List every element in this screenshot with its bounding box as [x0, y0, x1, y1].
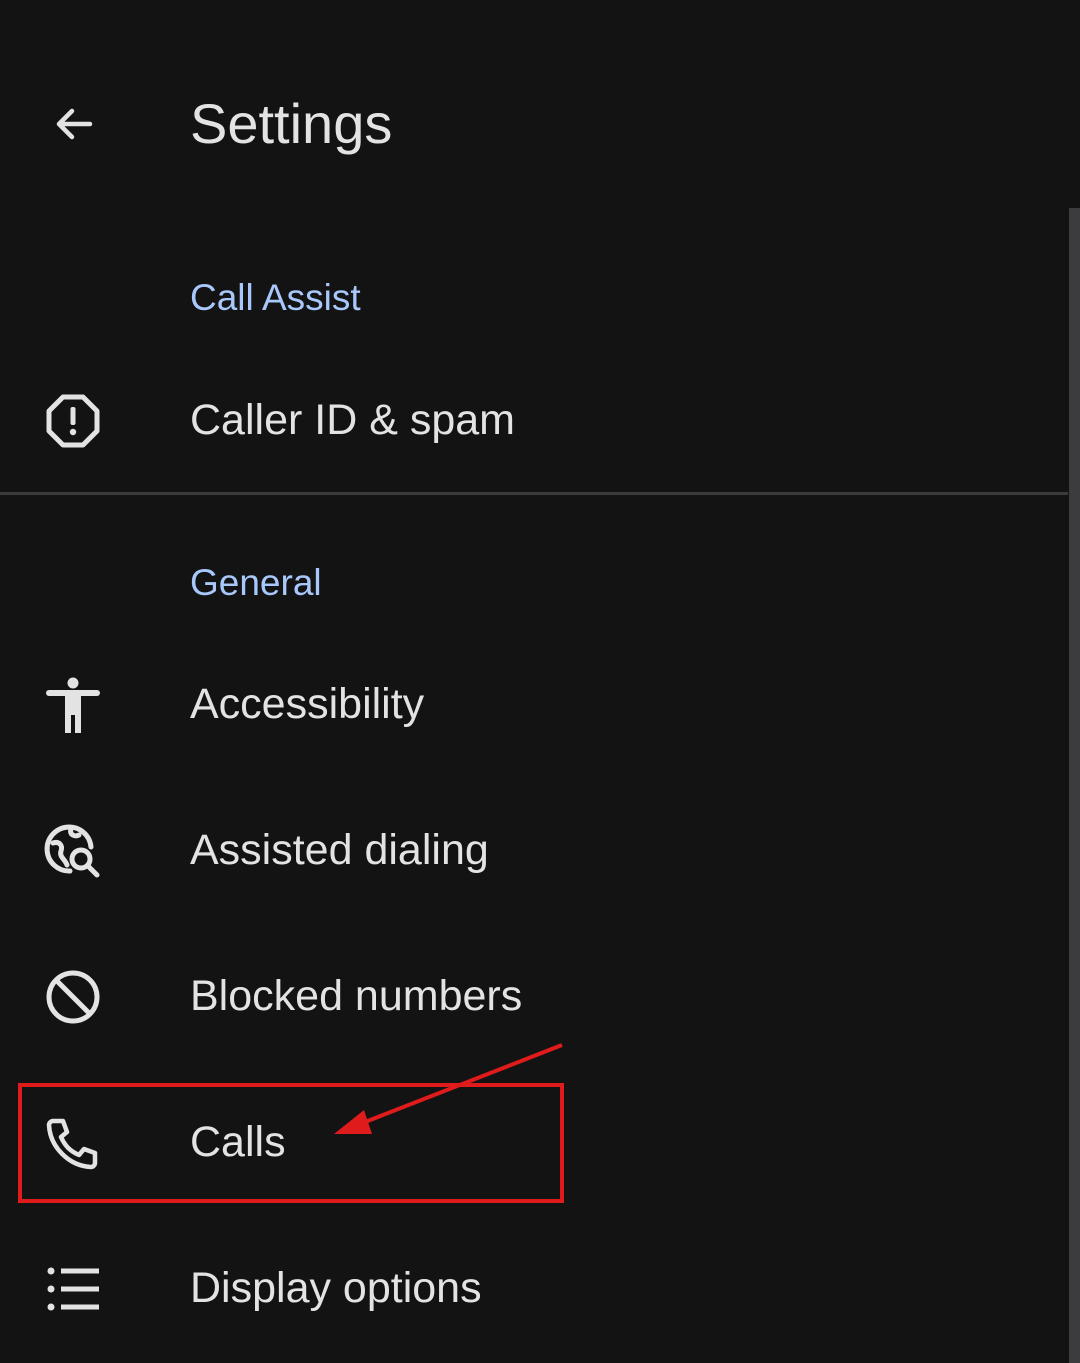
back-button[interactable]	[34, 84, 114, 164]
settings-item-label: Display options	[190, 1264, 482, 1312]
spam-octagon-icon	[42, 390, 104, 452]
block-icon	[42, 966, 104, 1028]
arrow-back-icon	[56, 108, 93, 140]
scrollbar[interactable]	[1069, 208, 1080, 1363]
settings-item-blocked-numbers[interactable]: Blocked numbers	[0, 926, 1068, 1066]
settings-item-label: Calls	[190, 1118, 286, 1166]
settings-item-label: Accessibility	[190, 680, 425, 728]
settings-item-caller-id-spam[interactable]: Caller ID & spam	[0, 350, 1068, 490]
phone-icon	[42, 1112, 104, 1174]
settings-item-label: Assisted dialing	[190, 826, 489, 874]
section-header-general: General	[190, 562, 322, 603]
settings-item-calls[interactable]: Calls	[0, 1072, 1068, 1212]
section-divider	[0, 492, 1068, 495]
top-app-bar: Settings	[0, 0, 1080, 250]
list-icon	[42, 1258, 104, 1320]
accessibility-icon	[42, 674, 104, 736]
settings-item-display-options[interactable]: Display options	[0, 1218, 1068, 1358]
page-title: Settings	[190, 92, 393, 155]
globe-search-icon	[42, 820, 104, 882]
settings-item-label: Caller ID & spam	[190, 396, 515, 444]
settings-item-accessibility[interactable]: Accessibility	[0, 634, 1068, 774]
section-header-call-assist: Call Assist	[190, 277, 361, 318]
settings-item-assisted-dialing[interactable]: Assisted dialing	[0, 780, 1068, 920]
settings-item-label: Blocked numbers	[190, 972, 523, 1020]
